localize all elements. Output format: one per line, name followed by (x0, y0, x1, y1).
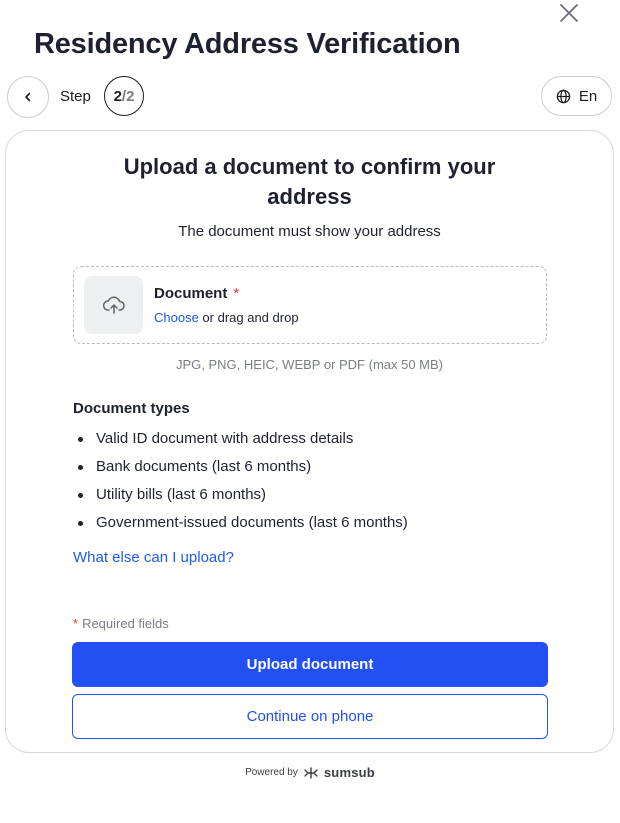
powered-by-footer: Powered by sumsub (0, 765, 620, 780)
document-label-text: Document (154, 285, 228, 302)
document-types-list: Valid ID document with address details B… (73, 425, 408, 537)
chevron-left-icon (25, 92, 31, 102)
card-title-line-1: Upload a document to confirm your (123, 154, 496, 179)
close-icon[interactable] (558, 2, 580, 24)
required-note-star: * (73, 616, 79, 631)
allowed-formats: JPG, PNG, HEIC, WEBP or PDF (max 50 MB) (175, 357, 444, 372)
list-item: Utility bills (last 6 months) (73, 481, 408, 509)
drag-drop-text: or drag and drop (198, 310, 299, 325)
sumsub-logo-icon (304, 766, 318, 779)
step-total: /2 (121, 87, 135, 105)
required-fields-note: * Required fields (73, 616, 169, 631)
what-else-link[interactable]: What else can I upload? (73, 549, 234, 566)
language-button[interactable]: En (541, 76, 612, 116)
document-dropzone[interactable]: Document * Choose or drag and drop (73, 266, 547, 344)
page-title: Residency Address Verification (34, 28, 461, 60)
step-counter: 2/2 (104, 76, 144, 116)
card-title-line-2: address (267, 184, 352, 209)
cloud-upload-icon (84, 276, 143, 334)
language-label: En (578, 87, 598, 105)
step-label: Step (60, 88, 91, 105)
globe-icon (556, 89, 571, 103)
list-item: Bank documents (last 6 months) (73, 453, 408, 481)
back-button[interactable] (7, 76, 49, 118)
list-item: Government-issued documents (last 6 mont… (73, 509, 408, 537)
powered-by-text: Powered by (245, 767, 298, 778)
step-navigation: Step 2/2 En (7, 76, 612, 118)
choose-link[interactable]: Choose (154, 310, 199, 325)
continue-on-phone-button[interactable]: Continue on phone (72, 694, 548, 739)
document-types-heading: Document types (73, 400, 190, 417)
required-note-text: Required fields (82, 616, 169, 631)
upload-document-button[interactable]: Upload document (72, 642, 548, 687)
list-item: Valid ID document with address details (73, 425, 408, 453)
brand-name: sumsub (323, 765, 375, 780)
choose-row: Choose or drag and drop (154, 310, 299, 325)
card-subtitle: The document must show your address (178, 223, 441, 240)
document-label: Document * (154, 285, 239, 302)
required-star: * (233, 285, 240, 302)
step-current: 2 (113, 87, 122, 105)
upload-card: Upload a document to confirm your addres… (5, 130, 614, 753)
card-title: Upload a document to confirm your addres… (6, 152, 613, 212)
